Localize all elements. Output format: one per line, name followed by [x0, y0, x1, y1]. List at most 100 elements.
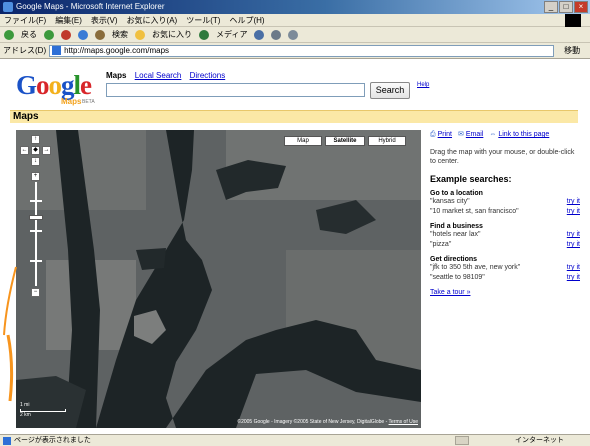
map-canvas[interactable]: Map Satellite Hybrid ↑ ← ◆ → ↓ + − 1 mi … [16, 130, 421, 428]
logo-beta-tag: BETA [82, 99, 95, 105]
example-group-title: Get directions [430, 256, 478, 263]
help-link[interactable]: Help [417, 82, 429, 88]
mail-icon[interactable] [271, 30, 282, 40]
email-link[interactable]: Email [466, 131, 484, 138]
media-button[interactable]: メディア [216, 27, 247, 42]
try-it-link[interactable]: try it [567, 273, 580, 283]
pan-center-button[interactable]: ◆ [31, 146, 40, 155]
map-type-hybrid-button[interactable]: Hybrid [368, 136, 406, 146]
address-url[interactable]: http://maps.google.com/maps [64, 43, 169, 59]
side-panel: ⎙ Print ✉ Email ⇔ Link to this page Drag th… [430, 130, 580, 296]
section-title-bar: Maps [10, 110, 578, 123]
link-to-page-link[interactable]: Link to this page [498, 131, 549, 138]
stop-icon[interactable] [61, 30, 71, 40]
home-icon[interactable] [95, 30, 105, 40]
pan-right-button[interactable]: → [42, 146, 51, 155]
map-copyright: ©2005 Google - Imagery ©2005 State of Ne… [237, 419, 418, 425]
close-button[interactable]: × [574, 1, 588, 13]
search-tabs: Maps Local Search Directions [106, 71, 231, 80]
page-actions: ⎙ Print ✉ Email ⇔ Link to this page [430, 130, 580, 139]
internet-zone-label: インターネット [515, 437, 564, 444]
map-type-map-button[interactable]: Map [284, 136, 322, 146]
favorites-button[interactable]: お気に入り [152, 27, 192, 42]
google-logo[interactable]: Google [16, 70, 92, 100]
window-title: Google Maps - Microsoft Internet Explore… [16, 2, 165, 11]
tab-directions[interactable]: Directions [190, 71, 226, 80]
map-type-satellite-button[interactable]: Satellite [325, 136, 365, 146]
back-button[interactable]: 戻る [21, 27, 37, 42]
print-link[interactable]: Print [438, 131, 452, 138]
example-row: "kansas city" try it [430, 197, 580, 207]
example-query: "hotels near lax" [430, 231, 481, 238]
address-label: アドレス(D) [3, 45, 47, 55]
menu-view[interactable]: 表示(V) [91, 14, 118, 26]
pan-up-button[interactable]: ↑ [31, 135, 40, 144]
address-bar: アドレス(D) http://maps.google.com/maps 移動 [0, 43, 590, 59]
tab-local-search[interactable]: Local Search [135, 71, 182, 80]
pan-left-button[interactable]: ← [20, 146, 29, 155]
go-button[interactable]: 移動 [564, 43, 580, 59]
internet-explorer-icon [3, 2, 13, 12]
example-query: "seattle to 98109" [430, 274, 485, 281]
try-it-link[interactable]: try it [567, 207, 580, 217]
search-button[interactable]: 検索 [112, 27, 128, 42]
take-a-tour-link[interactable]: Take a tour » [430, 289, 580, 296]
search-submit-button[interactable]: Search [370, 82, 410, 99]
menu-edit[interactable]: 編集(E) [55, 14, 82, 26]
email-icon: ✉ [457, 131, 464, 138]
try-it-link[interactable]: try it [567, 240, 580, 250]
menu-file[interactable]: ファイル(F) [4, 14, 46, 26]
menu-tools[interactable]: ツール(T) [186, 14, 220, 26]
address-input[interactable]: http://maps.google.com/maps [49, 43, 555, 59]
map-drag-hint: Drag the map with your mouse, or double-… [430, 149, 575, 165]
minimize-button[interactable]: _ [544, 1, 558, 13]
search-input[interactable] [106, 83, 365, 97]
satellite-imagery [16, 130, 421, 428]
zoom-tick [30, 230, 42, 232]
menu-bar: ファイル(F) 編集(E) 表示(V) お気に入り(A) ツール(T) ヘルプ(… [0, 14, 590, 27]
menu-help[interactable]: ヘルプ(H) [229, 14, 264, 26]
page-done-icon [3, 437, 11, 445]
section-title: Maps [13, 111, 39, 122]
example-group-title: Go to a location [430, 190, 483, 197]
status-bar: ページが表示されました インターネット [0, 434, 590, 446]
refresh-icon[interactable] [78, 30, 88, 40]
example-query: "kansas city" [430, 198, 470, 205]
link-icon: ⇔ [489, 131, 497, 138]
pan-down-button[interactable]: ↓ [31, 157, 40, 166]
orange-annotation-curve [3, 266, 17, 402]
try-it-link[interactable]: try it [567, 263, 580, 273]
favorites-star-icon[interactable] [135, 30, 145, 40]
zoom-out-button[interactable]: − [31, 288, 40, 297]
example-query: "10 market st, san francisco" [430, 208, 519, 215]
page-icon [52, 46, 62, 55]
try-it-link[interactable]: try it [567, 230, 580, 240]
maps-header: Google Maps BETA Maps Local Search Direc… [0, 60, 590, 108]
tab-maps: Maps [106, 71, 127, 80]
logo-maps-subtitle: Maps [61, 97, 82, 106]
zoom-slider-thumb[interactable] [29, 215, 43, 220]
example-row: "pizza" try it [430, 240, 580, 250]
print-icon: ⎙ [430, 131, 436, 138]
menu-favorites[interactable]: お気に入り(A) [127, 14, 178, 26]
copyright-text: ©2005 Google - Imagery ©2005 State of Ne… [237, 419, 389, 425]
browser-toolbar: 戻る 検索 お気に入り メディア [0, 27, 590, 43]
status-text: ページが表示されました [14, 437, 91, 444]
history-icon[interactable] [254, 30, 265, 40]
zoom-in-button[interactable]: + [31, 172, 40, 181]
example-row: "10 market st, san francisco" try it [430, 207, 580, 217]
zoom-slider-track[interactable] [35, 182, 37, 286]
security-zone-icon [455, 436, 469, 445]
windows-logo-icon [565, 14, 581, 27]
try-it-link[interactable]: try it [567, 197, 580, 207]
window-titlebar: Google Maps - Microsoft Internet Explore… [0, 0, 590, 14]
zoom-tick [30, 260, 42, 262]
maximize-button[interactable]: □ [559, 1, 573, 13]
back-arrow-icon[interactable] [4, 30, 14, 40]
print-icon[interactable] [288, 30, 299, 40]
forward-arrow-icon[interactable] [44, 30, 54, 40]
example-query: "pizza" [430, 241, 452, 248]
terms-of-use-link[interactable]: Terms of Use [389, 419, 418, 425]
window-controls: _ □ × [544, 1, 588, 13]
media-icon[interactable] [199, 30, 209, 40]
